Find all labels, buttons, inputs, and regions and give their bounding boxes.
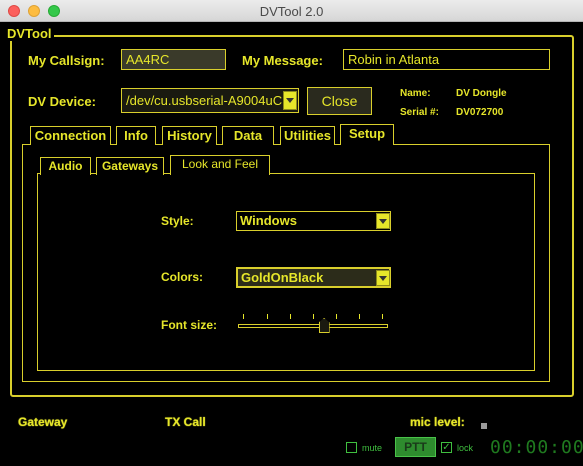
slider-tick xyxy=(243,314,244,319)
tab-info[interactable]: Info xyxy=(116,126,156,145)
tab-history[interactable]: History xyxy=(162,126,217,145)
colors-dropdown-icon[interactable] xyxy=(376,270,390,286)
dongle-name-label: Name: xyxy=(400,88,431,99)
message-label: My Message: xyxy=(242,53,323,68)
slider-tick xyxy=(313,314,314,319)
subtab-gateways[interactable]: Gateways xyxy=(96,157,164,175)
title-bar: DVTool 2.0 xyxy=(0,0,583,22)
style-value: Windows xyxy=(240,213,297,228)
style-dropdown-icon[interactable] xyxy=(376,213,390,229)
dongle-serial-label: Serial #: xyxy=(400,107,439,118)
device-select[interactable]: /dev/cu.usbserial-A9004uC xyxy=(121,88,299,113)
font-size-label: Font size: xyxy=(161,318,217,332)
font-size-slider[interactable] xyxy=(238,324,388,328)
slider-tick xyxy=(290,314,291,319)
tab-data[interactable]: Data xyxy=(222,126,274,145)
callsign-field[interactable]: AA4RC xyxy=(121,49,226,70)
mute-label: mute xyxy=(362,443,383,453)
message-field[interactable]: Robin in Atlanta xyxy=(343,49,550,70)
dongle-name-value: DV Dongle xyxy=(456,88,507,99)
slider-tick xyxy=(267,314,268,319)
device-dropdown-icon[interactable] xyxy=(283,91,297,110)
gateway-label: Gateway xyxy=(18,415,68,429)
elapsed-timer: 00:00:00 xyxy=(490,437,583,458)
tab-setup[interactable]: Setup xyxy=(340,124,394,145)
callsign-label: My Callsign: xyxy=(28,53,105,68)
colors-select[interactable]: GoldOnBlack xyxy=(236,267,391,288)
subtab-look-and-feel[interactable]: Look and Feel xyxy=(170,155,270,175)
lock-label: lock xyxy=(457,443,474,453)
style-select[interactable]: Windows xyxy=(236,211,391,231)
tab-utilities[interactable]: Utilities xyxy=(280,126,335,145)
device-value: /dev/cu.usbserial-A9004uC xyxy=(126,93,283,108)
dongle-serial-value: DV072700 xyxy=(456,107,504,118)
mute-checkbox[interactable] xyxy=(346,442,357,453)
device-label: DV Device: xyxy=(28,94,96,109)
slider-tick xyxy=(336,314,337,319)
mic-level-indicator xyxy=(481,423,487,429)
ptt-button[interactable]: PTT xyxy=(395,437,436,457)
window-title: DVTool 2.0 xyxy=(259,4,324,19)
style-label: Style: xyxy=(161,214,194,228)
mic-level-label: mic level: xyxy=(410,415,465,429)
group-title: DVTool xyxy=(5,26,54,41)
colors-label: Colors: xyxy=(161,270,203,284)
colors-value: GoldOnBlack xyxy=(241,270,324,285)
tab-connection[interactable]: Connection xyxy=(30,126,111,145)
lock-checkbox[interactable]: ✓ xyxy=(441,442,452,453)
subtab-audio[interactable]: Audio xyxy=(40,157,91,175)
tx-call-label: TX Call xyxy=(165,415,206,429)
slider-tick xyxy=(382,314,383,319)
close-device-button[interactable]: Close xyxy=(307,87,372,115)
slider-tick xyxy=(359,314,360,319)
